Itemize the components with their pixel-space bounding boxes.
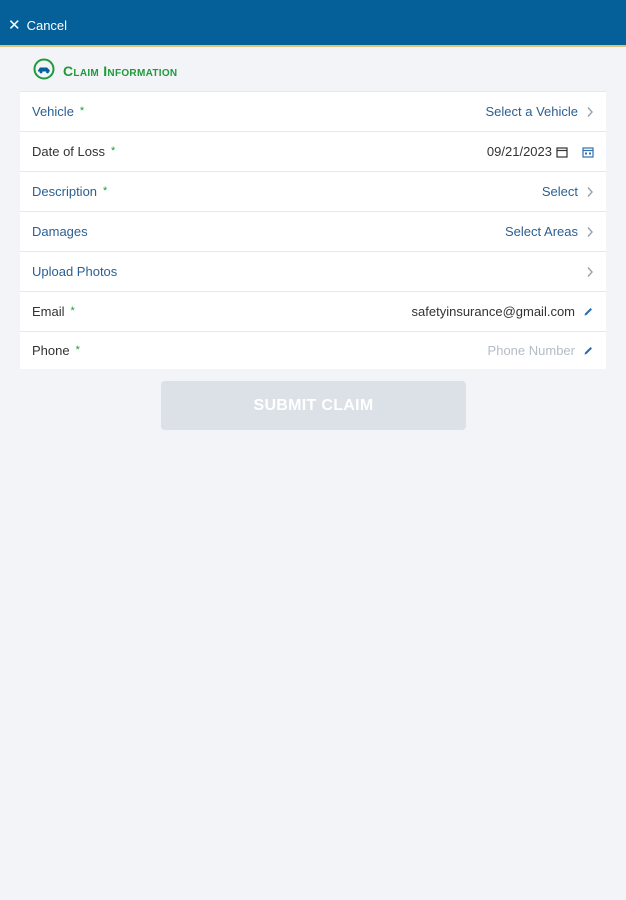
upload-photos-row[interactable]: Upload Photos — [20, 251, 606, 291]
email-row[interactable]: Email * safetyinsurance@gmail.com — [20, 291, 606, 331]
description-row[interactable]: Description * Select — [20, 171, 606, 211]
car-icon — [33, 58, 55, 85]
required-marker: * — [70, 304, 75, 317]
date-of-loss-value-group: 09/21/2023 — [487, 144, 594, 159]
damages-row[interactable]: Damages Select Areas — [20, 211, 606, 251]
date-of-loss-row[interactable]: Date of Loss * 09/21/2023 — [20, 131, 606, 171]
phone-row[interactable]: Phone * Phone Number — [20, 331, 606, 369]
description-value-group: Select — [542, 184, 594, 199]
description-label: Description — [32, 184, 98, 199]
top-bar: ✕ Cancel — [0, 0, 626, 47]
vehicle-row[interactable]: Vehicle * Select a Vehicle — [20, 91, 606, 131]
section-header: Claim Information — [33, 58, 177, 84]
date-of-loss-input[interactable]: 09/21/2023 — [487, 144, 552, 159]
calendar-icon[interactable] — [582, 146, 594, 158]
description-value: Select — [541, 184, 578, 199]
vehicle-value: Select a Vehicle — [485, 104, 578, 119]
close-icon: ✕ — [8, 16, 21, 34]
chevron-right-icon — [587, 266, 593, 277]
phone-label: Phone — [32, 343, 70, 358]
required-marker: * — [111, 144, 116, 157]
required-marker: * — [79, 104, 85, 117]
upload-photos-value-group — [586, 266, 594, 278]
section-title: Claim Information — [63, 63, 178, 79]
pencil-icon[interactable] — [583, 345, 594, 356]
chevron-right-icon — [587, 106, 593, 117]
email-label: Email — [32, 304, 65, 319]
date-of-loss-label: Date of Loss — [32, 144, 105, 159]
damages-label: Damages — [32, 224, 88, 239]
email-value-group: safetyinsurance@gmail.com — [412, 304, 594, 319]
damages-value-group: Select Areas — [505, 224, 594, 239]
vehicle-value-group: Select a Vehicle — [485, 104, 594, 119]
cancel-button[interactable]: ✕ Cancel — [8, 15, 67, 35]
required-marker: * — [75, 343, 80, 356]
chevron-right-icon — [587, 186, 593, 197]
vehicle-label: Vehicle — [32, 104, 74, 119]
phone-field[interactable]: Phone Number — [488, 343, 575, 358]
pencil-icon[interactable] — [583, 306, 594, 317]
damages-value: Select Areas — [505, 224, 578, 239]
calendar-outline-icon[interactable] — [556, 146, 568, 158]
email-field[interactable]: safetyinsurance@gmail.com — [412, 304, 575, 319]
phone-value-group: Phone Number — [488, 343, 594, 358]
upload-photos-label: Upload Photos — [32, 264, 118, 279]
chevron-right-icon — [587, 226, 593, 237]
required-marker: * — [103, 184, 108, 197]
submit-claim-button[interactable]: SUBMIT CLAIM — [161, 381, 466, 430]
cancel-label: Cancel — [26, 17, 68, 33]
claim-form: Vehicle * Select a Vehicle Date of Loss … — [20, 91, 606, 369]
